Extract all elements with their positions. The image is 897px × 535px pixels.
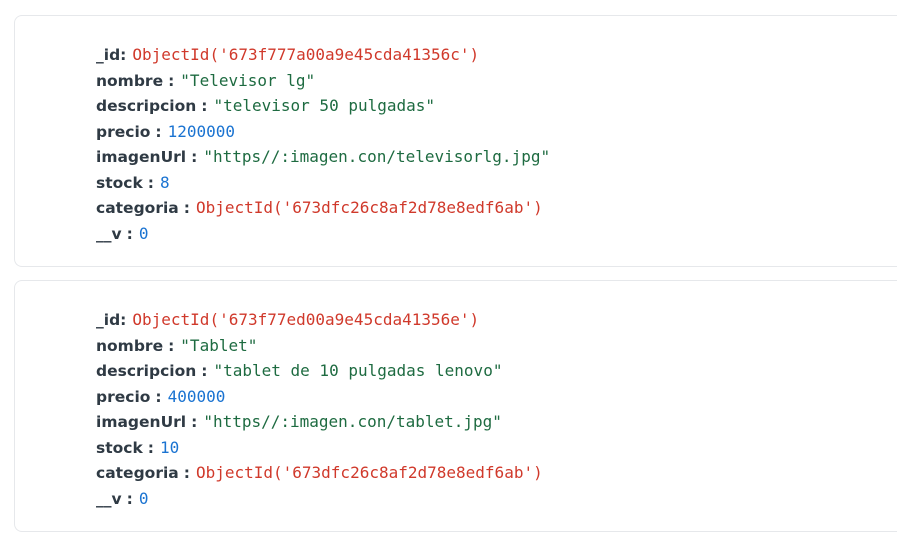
document-fields: _id: ObjectId('673f777a00a9e45cda41356c')… [96, 42, 550, 246]
field-id: _id: ObjectId('673f777a00a9e45cda41356c') [96, 42, 550, 68]
field-imagenurl: imagenUrl: "https//:imagen.con/televisorl… [96, 144, 550, 170]
field-value[interactable]: "https//:imagen.con/tablet.jpg" [203, 412, 502, 431]
field-key: precio [96, 122, 151, 141]
field-stock: stock:8 [96, 170, 550, 196]
field-value[interactable]: ObjectId('673f77ed00a9e45cda41356e') [132, 310, 479, 329]
field-value[interactable]: ObjectId('673dfc26c8af2d78e8edf6ab') [196, 198, 543, 217]
field-value[interactable]: 0 [139, 489, 149, 508]
field-key: stock [96, 173, 143, 192]
field-colon: : [147, 173, 154, 192]
field-key: imagenUrl [96, 148, 187, 166]
field-value[interactable]: "tablet de 10 pulgadas lenovo" [213, 361, 502, 380]
field-value[interactable]: 400000 [168, 387, 226, 406]
field-key: __v [96, 224, 122, 243]
field-colon: : [183, 464, 190, 482]
field-precio: precio:400000 [96, 384, 543, 410]
field-value[interactable]: ObjectId('673dfc26c8af2d78e8edf6ab') [196, 463, 543, 482]
field-descripcion: descripcion: "televisor 50 pulgadas" [96, 93, 550, 119]
field-id: _id: ObjectId('673f77ed00a9e45cda41356e') [96, 307, 543, 333]
field-colon: : [168, 336, 175, 355]
field-colon: : [168, 71, 175, 90]
field-stock: stock:10 [96, 435, 543, 461]
document-card[interactable]: _id: ObjectId('673f777a00a9e45cda41356c')… [14, 15, 897, 267]
field-colon: : [126, 224, 133, 243]
field-value[interactable]: 8 [160, 173, 170, 192]
field-colon: : [155, 387, 162, 406]
field-colon: : [201, 97, 208, 115]
field-key: nombre [96, 71, 164, 90]
field-precio: precio:1200000 [96, 119, 550, 145]
field-descripcion: descripcion: "tablet de 10 pulgadas lenov… [96, 358, 543, 384]
field-categoria: categoria: ObjectId('673dfc26c8af2d78e8ed… [96, 460, 543, 486]
field-colon: : [147, 438, 154, 457]
field-colon: : [126, 489, 133, 508]
document-card[interactable]: _id: ObjectId('673f77ed00a9e45cda41356e')… [14, 280, 897, 532]
field-key: _id [96, 46, 121, 64]
field-value[interactable]: 0 [139, 224, 149, 243]
field-colon: : [201, 362, 208, 380]
field-v: __v:0 [96, 221, 550, 247]
field-value[interactable]: "Tablet" [180, 336, 257, 355]
field-imagenurl: imagenUrl: "https//:imagen.con/tablet.jpg… [96, 409, 543, 435]
field-key: __v [96, 489, 122, 508]
field-value[interactable]: 1200000 [168, 122, 235, 141]
field-nombre: nombre: "Televisor lg" [96, 68, 550, 94]
field-value[interactable]: "Televisor lg" [180, 71, 315, 90]
field-categoria: categoria: ObjectId('673dfc26c8af2d78e8ed… [96, 195, 550, 221]
field-key: descripcion [96, 362, 197, 380]
field-colon: : [191, 148, 198, 166]
field-key: descripcion [96, 97, 197, 115]
field-colon: : [155, 122, 162, 141]
field-colon: : [120, 311, 127, 329]
field-colon: : [183, 199, 190, 217]
field-value[interactable]: "televisor 50 pulgadas" [213, 96, 435, 115]
field-value[interactable]: "https//:imagen.con/televisorlg.jpg" [203, 147, 550, 166]
field-key: categoria [96, 199, 179, 217]
field-value[interactable]: 10 [160, 438, 179, 457]
field-colon: : [191, 413, 198, 431]
field-nombre: nombre: "Tablet" [96, 333, 543, 359]
field-value[interactable]: ObjectId('673f777a00a9e45cda41356c') [132, 45, 479, 64]
field-key: precio [96, 387, 151, 406]
field-key: stock [96, 438, 143, 457]
field-key: imagenUrl [96, 413, 187, 431]
field-key: nombre [96, 336, 164, 355]
field-colon: : [120, 46, 127, 64]
field-key: categoria [96, 464, 179, 482]
field-key: _id [96, 311, 121, 329]
document-fields: _id: ObjectId('673f77ed00a9e45cda41356e')… [96, 307, 543, 511]
field-v: __v:0 [96, 486, 543, 512]
